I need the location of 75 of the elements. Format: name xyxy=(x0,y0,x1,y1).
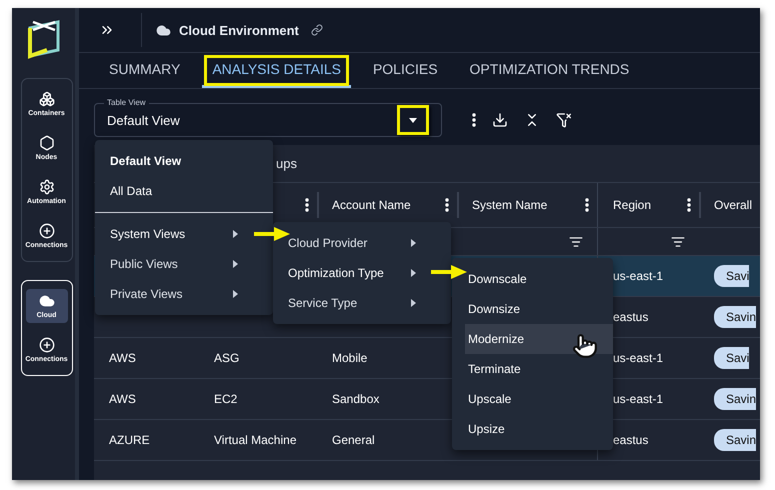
filter-icon[interactable] xyxy=(671,234,685,248)
table-cell: General xyxy=(332,433,375,447)
tab[interactable]: OPTIMIZATION TRENDS xyxy=(460,53,640,88)
logo-icon xyxy=(26,20,60,60)
menu-item[interactable]: Upscale xyxy=(465,384,613,414)
savings-badge: Savin xyxy=(714,306,756,328)
menu-item[interactable]: Downscale xyxy=(465,264,613,294)
more-button[interactable] xyxy=(472,113,476,127)
submenu-arrow-icon xyxy=(411,239,416,247)
boxes-icon xyxy=(38,91,54,107)
submenu-arrow-icon xyxy=(233,230,238,238)
table-cell: Virtual Machine xyxy=(214,433,296,447)
table-cell: AWS xyxy=(109,392,136,406)
menu-item[interactable]: Modernize xyxy=(465,324,613,354)
caret-icon xyxy=(409,118,417,122)
download-button[interactable] xyxy=(492,112,508,128)
column-header[interactable]: Account Name xyxy=(332,198,411,212)
column-menu-icon[interactable] xyxy=(445,198,449,212)
savings-badge: Savin xyxy=(714,429,756,451)
submenu-arrow-icon xyxy=(411,269,416,277)
table-cell: us-east-1 xyxy=(613,392,664,406)
dropdown-button[interactable] xyxy=(397,105,429,135)
pointer-arrow-drawing xyxy=(431,265,467,279)
filter-icon[interactable] xyxy=(569,234,583,248)
menu-item[interactable]: All Data xyxy=(95,176,273,206)
tab[interactable]: ANALYSIS DETAILS xyxy=(202,53,351,88)
download-icon xyxy=(492,112,508,128)
plus-circle-icon xyxy=(38,337,54,353)
menu-item[interactable]: Default View xyxy=(95,146,273,176)
column-header[interactable]: Overall xyxy=(714,198,752,212)
hand-cursor-icon xyxy=(572,333,598,359)
table-cell: eastus xyxy=(613,310,648,324)
field-label: Table View xyxy=(104,97,149,108)
table-cell: us-east-1 xyxy=(613,351,664,365)
group-bar-text: ups xyxy=(276,156,297,171)
savings-badge: Savin xyxy=(714,388,756,410)
more-icon xyxy=(472,113,476,127)
table-cell: Mobile xyxy=(332,351,368,365)
submenu-item[interactable]: Optimization Type xyxy=(273,258,431,288)
submenu-arrow-icon xyxy=(411,299,416,307)
plus-circle-icon xyxy=(38,223,54,239)
submenu-item[interactable]: Public Views xyxy=(95,249,253,279)
menu-item[interactable]: Downsize xyxy=(465,294,613,324)
table-cell: AWS xyxy=(109,351,136,365)
table-cell: ASG xyxy=(214,351,240,365)
savings-badge: Savi xyxy=(714,265,750,287)
table-cell: us-east-1 xyxy=(613,269,664,283)
submenu-item[interactable]: System Views xyxy=(95,219,253,249)
table-cell: EC2 xyxy=(214,392,238,406)
submenu-arrow-icon xyxy=(233,290,238,298)
column-menu-icon[interactable] xyxy=(585,198,589,212)
pointer-arrow-drawing xyxy=(254,227,290,241)
column-header[interactable]: Region xyxy=(613,198,652,212)
clear-filter-icon xyxy=(556,112,572,128)
link-icon[interactable] xyxy=(310,24,323,36)
gear-icon xyxy=(38,179,54,195)
table-cell: AZURE xyxy=(109,433,150,447)
submenu-item[interactable]: Private Views xyxy=(95,279,253,309)
tab[interactable]: SUMMARY xyxy=(99,53,190,88)
field-value: Default View xyxy=(107,112,180,128)
cloud-icon xyxy=(38,293,54,309)
table-cell: Sandbox xyxy=(332,392,380,406)
cloud-icon xyxy=(156,22,171,38)
column-menu-icon[interactable] xyxy=(305,198,309,212)
hexagon-icon xyxy=(38,135,54,151)
submenu-arrow-icon xyxy=(233,260,238,268)
column-menu-icon[interactable] xyxy=(687,198,691,212)
column-header[interactable]: System Name xyxy=(472,198,548,212)
page-title: Cloud Environment xyxy=(179,22,299,38)
submenu-item[interactable]: Service Type xyxy=(273,288,431,318)
table-cell: eastus xyxy=(613,433,648,447)
clear-filter-button[interactable] xyxy=(556,112,572,128)
tab[interactable]: POLICIES xyxy=(362,53,448,88)
submenu-item[interactable]: Cloud Provider xyxy=(273,228,431,258)
savings-badge: Savi xyxy=(714,347,750,369)
